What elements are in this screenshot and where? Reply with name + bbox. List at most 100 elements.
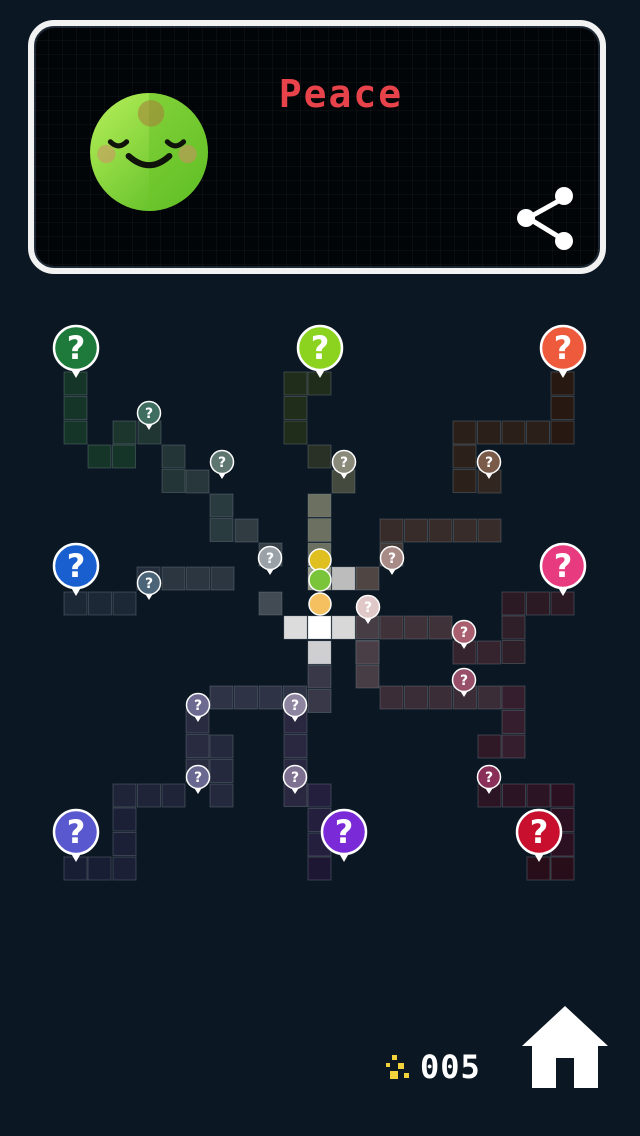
character-stop-marker[interactable]: ? — [185, 764, 211, 795]
unknown-marker-glyph: ? — [460, 673, 468, 689]
character-stop-marker[interactable]: ? — [379, 545, 405, 576]
unknown-marker-glyph: ? — [218, 455, 226, 471]
path-tile — [63, 396, 88, 420]
score-value: 005 — [420, 1048, 481, 1086]
path-tile — [283, 734, 308, 758]
character-pin-indigo[interactable]: ? — [52, 808, 100, 862]
path-tile — [453, 518, 477, 543]
unknown-marker-glyph: ? — [340, 455, 348, 471]
path-tile — [185, 469, 210, 494]
path-tile — [428, 615, 453, 640]
character-pin-blue[interactable]: ? — [52, 542, 100, 596]
path-tile — [161, 469, 186, 493]
path-tile — [283, 396, 308, 420]
unknown-marker-glyph: ? — [145, 576, 153, 592]
path-tile — [307, 783, 332, 808]
path-tile — [87, 444, 112, 469]
character-stop-marker[interactable]: ? — [257, 545, 283, 576]
path-tile — [452, 444, 477, 469]
path-tile — [161, 444, 186, 469]
path-tile — [502, 783, 526, 808]
character-pin-pink[interactable]: ? — [539, 542, 587, 596]
unknown-marker-glyph: ? — [194, 770, 202, 786]
character-stop-marker[interactable]: ? — [136, 570, 162, 601]
character-pin-lime[interactable]: ? — [296, 324, 344, 378]
path-tile — [477, 685, 502, 710]
path-tile — [234, 518, 259, 543]
path-tile — [283, 420, 308, 445]
path-tile — [428, 518, 453, 543]
unknown-marker-glyph: ? — [335, 813, 354, 851]
unlocked-character-token[interactable] — [308, 568, 332, 592]
path-tile — [209, 685, 234, 710]
path-tile — [404, 518, 428, 543]
unlocked-character-token[interactable] — [308, 592, 332, 616]
path-tile — [501, 710, 526, 734]
path-tile — [550, 783, 575, 808]
unknown-marker-glyph: ? — [67, 547, 86, 585]
path-tile — [379, 615, 404, 640]
path-tile — [112, 807, 137, 832]
path-tile — [209, 759, 234, 783]
character-pin-green-dark[interactable]: ? — [52, 324, 100, 378]
unknown-marker-glyph: ? — [554, 329, 573, 367]
path-tile — [355, 664, 380, 689]
unknown-marker-glyph: ? — [266, 551, 274, 567]
path-tile — [258, 591, 283, 616]
path-tile — [501, 591, 526, 616]
path-tile — [112, 591, 137, 616]
path-tile — [355, 566, 380, 591]
progress-map: ??????????????????????? — [52, 324, 587, 881]
unknown-marker-glyph: ? — [67, 813, 86, 851]
path-tile — [307, 493, 332, 518]
path-tile — [63, 591, 88, 616]
unknown-marker-glyph: ? — [388, 551, 396, 567]
path-tile — [307, 689, 332, 713]
score-counter: 005 — [386, 1048, 481, 1086]
path-tile — [137, 783, 161, 808]
path-tile — [379, 685, 404, 710]
path-tile — [112, 444, 136, 469]
path-tile — [379, 518, 404, 543]
home-icon[interactable] — [520, 1004, 610, 1090]
path-tile — [526, 420, 550, 445]
path-tile — [477, 640, 501, 665]
path-tile — [428, 685, 453, 710]
path-tile — [112, 783, 137, 808]
path-tile — [209, 493, 234, 518]
unknown-marker-glyph: ? — [291, 770, 299, 786]
path-tile — [258, 685, 283, 710]
path-tile — [88, 591, 112, 616]
path-tile — [209, 783, 234, 808]
path-tile — [477, 518, 502, 543]
path-tile — [161, 783, 186, 808]
character-pin-orange[interactable]: ? — [539, 324, 587, 378]
unknown-marker-glyph: ? — [291, 698, 299, 714]
sparkle-stars-icon — [386, 1055, 409, 1079]
path-tile — [112, 420, 137, 445]
unknown-marker-glyph: ? — [460, 625, 468, 641]
unlocked-character-token[interactable] — [308, 548, 332, 572]
path-tile — [209, 734, 234, 759]
path-tile — [526, 783, 551, 808]
path-tile — [355, 640, 380, 665]
path-tile — [331, 566, 356, 591]
path-tile — [307, 640, 332, 665]
path-tile — [307, 615, 332, 640]
unknown-marker-glyph: ? — [554, 547, 573, 585]
path-tile — [404, 685, 428, 710]
path-tile — [501, 420, 526, 445]
path-tile — [307, 518, 332, 542]
character-stop-marker[interactable]: ? — [209, 449, 235, 480]
path-tile — [112, 832, 137, 856]
path-tile — [234, 685, 258, 710]
path-tile — [477, 734, 502, 759]
unknown-marker-glyph: ? — [67, 329, 86, 367]
path-tile — [210, 566, 235, 591]
path-tile — [87, 856, 112, 881]
path-tile — [63, 420, 88, 445]
unknown-marker-glyph: ? — [485, 770, 493, 786]
path-tile — [307, 664, 332, 689]
path-tile — [331, 615, 356, 640]
path-tile — [307, 444, 332, 469]
